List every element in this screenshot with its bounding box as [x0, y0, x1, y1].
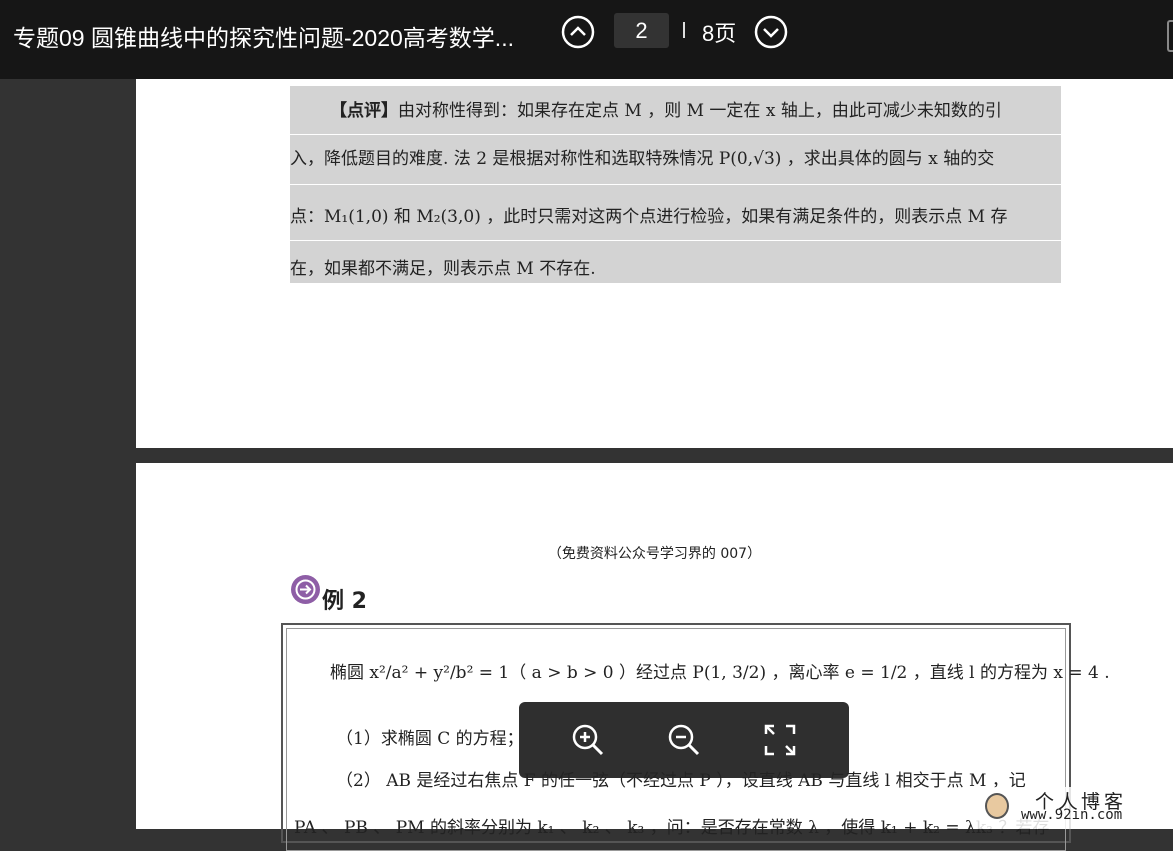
- remark-line-1-text: 由对称性得到：如果存在定点 M ，则 M 一定在 x 轴上，由此可减少未知数的引: [398, 101, 1002, 121]
- remark-divider: [290, 240, 1061, 241]
- previous-page-icon[interactable]: [561, 15, 595, 49]
- remark-label: 【点评】: [330, 101, 398, 121]
- question-part-3: PA 、 PB 、 PM 的斜率分别为 k₁ 、 k₂ 、 k₃ ，问：是否存在…: [294, 818, 1050, 838]
- total-pages: 8页: [702, 21, 737, 46]
- zoom-in-icon[interactable]: [570, 722, 606, 758]
- site-watermark: 个人博客 www.92in.com: [975, 787, 1173, 829]
- remark-line-2: 入，降低题目的难度. 法 2 是根据对称性和选取特殊情况 P(0,√3) ，求出…: [290, 149, 995, 169]
- watermark-url: www.92in.com: [1021, 807, 1123, 823]
- page-header-note: （免费资料公众号学习界的 007）: [547, 546, 762, 562]
- remark-line-1: 【点评】由对称性得到：如果存在定点 M ，则 M 一定在 x 轴上，由此可减少未…: [290, 96, 1061, 121]
- fullscreen-icon[interactable]: [762, 722, 798, 758]
- zoom-toolbar: [519, 702, 849, 778]
- remark-divider: [290, 184, 1061, 185]
- next-page-icon[interactable]: [754, 15, 788, 49]
- question-line-1: 椭圆 x²/a² + y²/b² = 1（ a > b > 0 ）经过点 P(1…: [330, 663, 1110, 683]
- question-part-1: （1）求椭圆 C 的方程；: [336, 729, 524, 749]
- page-separator: [683, 22, 685, 38]
- zoom-out-icon[interactable]: [666, 722, 702, 758]
- page-number-input[interactable]: 2: [614, 13, 669, 48]
- toolbar-edge-button[interactable]: [1167, 20, 1173, 52]
- watermark-avatar-icon: [985, 793, 1009, 819]
- viewer-toolbar: 专题09 圆锥曲线中的探究性问题-2020高考数学... 2 8页: [0, 0, 1173, 79]
- remark-divider: [290, 134, 1061, 135]
- remark-block: 【点评】由对称性得到：如果存在定点 M ，则 M 一定在 x 轴上，由此可减少未…: [290, 86, 1061, 283]
- example-arrow-icon: [291, 575, 320, 604]
- example-title: 例 2: [322, 589, 367, 614]
- remark-line-4: 在，如果都不满足，则表示点 M 不存在.: [290, 259, 596, 279]
- remark-line-3: 点：M₁(1,0) 和 M₂(3,0) ，此时只需对这两个点进行检验，如果有满足…: [290, 207, 1008, 227]
- document-title: 专题09 圆锥曲线中的探究性问题-2020高考数学...: [13, 25, 514, 51]
